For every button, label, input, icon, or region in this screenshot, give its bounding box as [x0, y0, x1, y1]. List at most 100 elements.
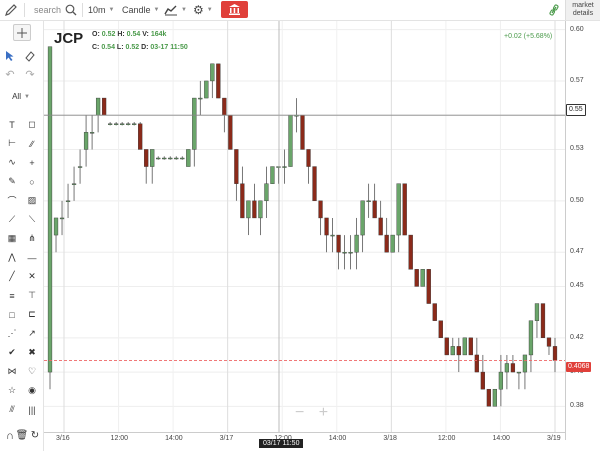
- settings-button[interactable]: ⚙ ▼: [193, 0, 213, 20]
- price-chart[interactable]: [44, 21, 565, 440]
- gann-fan-tool[interactable]: ⟍: [24, 212, 40, 227]
- candle-body: [510, 363, 516, 373]
- heart-tool[interactable]: ♡: [24, 364, 40, 379]
- zoom-in-button[interactable]: +: [319, 404, 328, 421]
- ellipse-icon: ○: [29, 176, 35, 187]
- candle-body: [390, 234, 395, 253]
- bowtie-tool[interactable]: ⋈: [4, 364, 20, 379]
- price-axis[interactable]: 0.600.570.550.530.500.470.450.420.400.38: [565, 21, 600, 440]
- fib-grid-tool[interactable]: ▦: [4, 231, 20, 246]
- arc-tool[interactable]: ⌒: [4, 193, 20, 208]
- vertical-tool[interactable]: ⊤: [24, 288, 40, 303]
- undo-icon: ↶: [5, 69, 15, 81]
- candle-body: [468, 337, 473, 356]
- text-tool[interactable]: T: [4, 117, 20, 132]
- tool-filter-select[interactable]: All ▼: [6, 89, 36, 104]
- time-axis[interactable]: 3/1612:0014:003/1712:0014:003/1812:0014:…: [44, 432, 565, 452]
- fib-fan-tool[interactable]: ⟋: [4, 212, 20, 227]
- bank-icon: [229, 4, 240, 15]
- x-tick-label: 3/17: [219, 435, 234, 442]
- y-tick-label: 0.47: [570, 248, 584, 256]
- pitchfork-tool[interactable]: ⋔: [24, 231, 40, 246]
- parallel-tool[interactable]: ∕∕: [24, 136, 40, 151]
- price-change: +0.02 (+5.68%): [504, 33, 553, 40]
- pointer-tool[interactable]: [2, 48, 18, 63]
- rect-fill-tool[interactable]: ▨: [24, 193, 40, 208]
- pencil-icon[interactable]: [4, 0, 18, 20]
- plus-tool[interactable]: +: [24, 155, 40, 170]
- x-tick-label: 3/18: [383, 435, 397, 442]
- candle-body: [330, 234, 335, 237]
- comment-tool[interactable]: ◻: [24, 117, 40, 132]
- star-icon: ☆: [7, 385, 17, 395]
- candle-body: [534, 303, 540, 321]
- fib-retrace-tool[interactable]: ≡: [4, 288, 20, 303]
- gear-icon: ⚙: [193, 3, 204, 17]
- ray-icon: ╱: [9, 271, 15, 281]
- pattern-tool[interactable]: ⫻: [4, 402, 20, 417]
- arrow-tool[interactable]: ↗: [24, 326, 40, 341]
- undo-button[interactable]: ↶: [2, 67, 18, 82]
- price-range-tool[interactable]: ⊏: [24, 307, 40, 322]
- candle-body: [408, 234, 413, 270]
- check-tool[interactable]: ✔: [4, 345, 20, 360]
- candle-body: [101, 97, 107, 116]
- candle-body: [516, 371, 522, 374]
- tool-filter-label: All: [12, 92, 21, 101]
- star-tool[interactable]: ☆: [4, 383, 20, 398]
- x-tick-label: 3/16: [56, 435, 70, 442]
- candle-body: [438, 320, 443, 339]
- x-tick-label: 14:00: [492, 435, 510, 442]
- brush-tool[interactable]: ✎: [4, 174, 20, 189]
- bank-button[interactable]: [221, 1, 248, 18]
- wave-tool[interactable]: ∿: [4, 155, 20, 170]
- candle-body: [59, 217, 65, 220]
- interval-select[interactable]: 10m ▼: [88, 0, 114, 20]
- market-details-button[interactable]: market details: [565, 0, 600, 20]
- link-icon[interactable]: [549, 0, 559, 20]
- eye-tool[interactable]: ◉: [24, 383, 40, 398]
- chevron-down-icon: ▼: [108, 7, 115, 13]
- candle-body: [132, 123, 137, 125]
- ray-tool[interactable]: ╱: [4, 269, 20, 284]
- redo-button[interactable]: ↷: [22, 67, 38, 82]
- indicators-button[interactable]: ▼: [164, 0, 187, 20]
- eraser-tool[interactable]: [22, 48, 38, 63]
- candle-body: [354, 234, 359, 253]
- cursor-time-tag: 03/17 11:50: [259, 439, 304, 448]
- cursor-price-tag: 0.55: [566, 104, 586, 116]
- candle-body: [414, 269, 419, 287]
- bars-tool[interactable]: |||: [24, 402, 40, 417]
- reset-tool[interactable]: ↻: [27, 428, 43, 443]
- cross-icon: ✖: [28, 347, 36, 357]
- chart-type-select[interactable]: Candle ▼: [122, 0, 159, 20]
- rectangle-tool[interactable]: □: [4, 307, 20, 322]
- hline-tool[interactable]: ⊢: [4, 136, 20, 151]
- zoom-controls: − +: [295, 404, 328, 422]
- zigzag-tool[interactable]: ⋀: [4, 250, 20, 265]
- candle-body: [462, 337, 467, 356]
- candle-body: [324, 217, 329, 236]
- heart-icon: ♡: [27, 366, 37, 376]
- zoom-out-button[interactable]: −: [295, 404, 304, 421]
- cross-line-tool[interactable]: ✕: [24, 269, 40, 284]
- line-tool[interactable]: —: [24, 250, 40, 265]
- candle-body: [426, 269, 431, 304]
- fib-fan-icon: ⟋: [8, 214, 16, 224]
- magnet-icon: ∩: [6, 429, 14, 442]
- rotate-icon: ↻: [30, 430, 40, 441]
- y-tick-label: 0.45: [570, 282, 584, 290]
- crosshair-tool[interactable]: [13, 24, 31, 41]
- candle-body: [546, 337, 552, 347]
- cross-tool[interactable]: ✖: [24, 345, 40, 360]
- candle-body: [240, 183, 245, 219]
- abc-tool[interactable]: ⋰: [4, 326, 20, 341]
- drawing-toolbar: ↶ ↷ All ▼ T ◻ ⊢ ∕∕ ∿ + ✎ ○ ⌒ ▨ ⟋ ⟍ ▦ ⋔ ⋀ — ╱ ✕ ≡ ⊤ □ ⊏ ⋰ ↗ ✔ ✖ ⋈ ♡ ☆ ◉…: [0, 21, 44, 451]
- candle-body: [162, 157, 167, 160]
- price-range-icon: ⊏: [28, 309, 36, 319]
- ellipse-tool[interactable]: ○: [24, 174, 40, 189]
- search-input[interactable]: search: [34, 0, 61, 20]
- candle-body: [65, 200, 71, 203]
- search-icon[interactable]: [65, 0, 77, 20]
- candle-body: [300, 114, 305, 150]
